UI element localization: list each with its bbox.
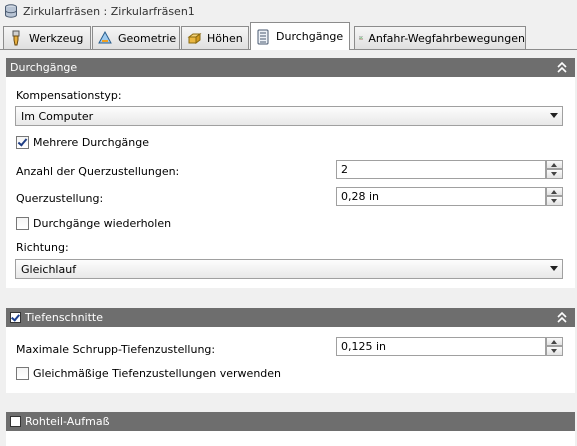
spin-up-button[interactable] bbox=[546, 187, 563, 196]
section-title: Tiefenschnitte bbox=[25, 311, 103, 324]
stock-section-body bbox=[6, 431, 575, 446]
max-roughing-stepdown-label: Maximale Schrupp-Tiefenzustellung: bbox=[16, 343, 216, 356]
chevron-down-icon bbox=[550, 266, 558, 271]
heights-icon bbox=[187, 33, 202, 44]
stepover-value: 0,28 in bbox=[341, 190, 380, 203]
direction-value: Gleichlauf bbox=[21, 262, 77, 276]
multiple-passes-label: Mehrere Durchgänge bbox=[33, 136, 150, 149]
spin-up-button[interactable] bbox=[546, 160, 563, 169]
tool-icon bbox=[12, 30, 20, 46]
spin-down-button[interactable] bbox=[546, 346, 563, 356]
tab-label: Durchgänge bbox=[276, 30, 344, 43]
compensation-type-label: Kompensationstyp: bbox=[16, 89, 122, 102]
tab-label: Geometrie bbox=[118, 31, 177, 45]
stepovers-count-input[interactable]: 2 bbox=[336, 160, 563, 179]
collapse-icon[interactable] bbox=[556, 311, 568, 324]
even-stepdown-checkbox[interactable]: Gleichmäßige Tiefenzustellungen verwende… bbox=[16, 367, 281, 380]
stepover-spinner bbox=[546, 187, 563, 206]
checkbox-box[interactable] bbox=[16, 367, 29, 380]
direction-select[interactable]: Gleichlauf bbox=[15, 259, 563, 279]
tab-geometrie[interactable]: Geometrie bbox=[92, 26, 180, 49]
stepovers-count-value: 2 bbox=[341, 163, 348, 176]
compensation-type-value: Im Computer bbox=[21, 109, 94, 123]
passes-section-header[interactable]: Durchgänge bbox=[6, 58, 575, 77]
passes-section-body: Kompensationstyp: Im Computer Mehrere Du… bbox=[6, 77, 575, 288]
tab-label: Anfahr-Wegfahrbewegungen bbox=[368, 31, 525, 45]
stepover-input[interactable]: 0,28 in bbox=[336, 187, 563, 206]
max-roughing-stepdown-input[interactable]: 0,125 in bbox=[336, 337, 563, 356]
max-roughing-stepdown-value: 0,125 in bbox=[341, 340, 387, 353]
even-stepdown-label: Gleichmäßige Tiefenzustellungen verwende… bbox=[33, 367, 282, 380]
collapse-icon[interactable] bbox=[556, 61, 568, 74]
tab-hoehen[interactable]: Höhen bbox=[181, 26, 249, 49]
stepdown-spinner bbox=[546, 337, 563, 356]
checkbox-box[interactable] bbox=[16, 136, 29, 149]
spin-down-button[interactable] bbox=[546, 196, 563, 206]
section-title: Durchgänge bbox=[10, 61, 78, 74]
section-title: Rohteil-Aufmaß bbox=[25, 415, 110, 428]
checkbox-box[interactable] bbox=[16, 217, 29, 230]
stepovers-spinner bbox=[546, 160, 563, 179]
repeat-passes-checkbox[interactable]: Durchgänge wiederholen bbox=[16, 217, 171, 230]
depth-section-body: Maximale Schrupp-Tiefenzustellung: 0,125… bbox=[6, 327, 575, 393]
title-bar: Zirkularfräsen : Zirkularfräsen1 bbox=[0, 0, 577, 22]
window-title: Zirkularfräsen : Zirkularfräsen1 bbox=[23, 4, 195, 18]
spin-down-button[interactable] bbox=[546, 169, 563, 179]
tab-durchgaenge[interactable]: Durchgänge bbox=[250, 22, 350, 50]
stepover-label: Querzustellung: bbox=[16, 192, 104, 205]
multiple-passes-checkbox[interactable]: Mehrere Durchgänge bbox=[16, 136, 149, 149]
tab-label: Werkzeug bbox=[29, 31, 84, 45]
tab-anfahr-wegfahr[interactable]: Anfahr-Wegfahrbewegungen bbox=[354, 26, 526, 49]
repeat-passes-label: Durchgänge wiederholen bbox=[33, 217, 172, 230]
passes-icon bbox=[257, 29, 269, 44]
geometry-icon bbox=[98, 30, 112, 44]
stepovers-count-label: Anzahl der Querzustellungen: bbox=[16, 165, 180, 178]
compensation-type-select[interactable]: Im Computer bbox=[15, 106, 563, 126]
linking-icon bbox=[359, 36, 364, 40]
stock-section-header[interactable]: Rohteil-Aufmaß bbox=[6, 412, 575, 431]
depth-section-header[interactable]: Tiefenschnitte bbox=[6, 308, 575, 327]
depth-enable-checkbox[interactable] bbox=[10, 312, 21, 323]
spin-up-button[interactable] bbox=[546, 337, 563, 346]
tab-bar: Werkzeug Geometrie Höhen Durchgänge Anfa… bbox=[0, 22, 577, 50]
stock-enable-checkbox[interactable] bbox=[10, 416, 21, 427]
tab-werkzeug[interactable]: Werkzeug bbox=[3, 26, 91, 49]
tab-label: Höhen bbox=[207, 31, 243, 45]
chevron-down-icon bbox=[550, 113, 558, 118]
operation-stack-icon bbox=[5, 4, 17, 18]
direction-label: Richtung: bbox=[16, 241, 69, 254]
